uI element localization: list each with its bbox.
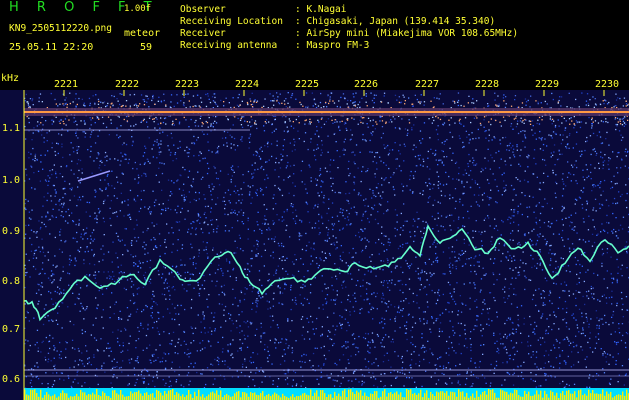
y-tick-label: 0.7 — [2, 324, 21, 335]
y-tick-label: 0.8 — [2, 276, 21, 287]
y-axis-unit: kHz — [1, 73, 20, 84]
y-tick-label: 1.1 — [2, 123, 21, 134]
x-tick-label: 2225 — [295, 79, 320, 90]
receiver-value: : AirSpy mini (Miakejima VOR 108.65MHz) — [295, 28, 519, 39]
x-tick-label: 2221 — [54, 79, 79, 90]
x-tick-label: 2224 — [235, 79, 260, 90]
y-tick-label: 1.0 — [2, 175, 21, 186]
spectrogram-background — [0, 90, 629, 400]
x-tick-label: 2230 — [595, 79, 620, 90]
file-name: KN9_2505112220.png — [9, 23, 112, 34]
x-tick-label: 2222 — [115, 79, 140, 90]
capture-datetime: 25.05.11 22:20 — [9, 42, 94, 53]
y-tick-label: 0.6 — [2, 374, 21, 385]
observer-label: Observer — [180, 4, 226, 15]
x-tick-label: 2227 — [415, 79, 440, 90]
x-tick-label: 2229 — [535, 79, 560, 90]
location-label: Receiving Location — [180, 16, 283, 27]
receiver-label: Receiver — [180, 28, 226, 39]
spectrogram-plot — [0, 90, 629, 400]
x-tick-label: 2228 — [475, 79, 500, 90]
observer-value: : K.Nagai — [295, 4, 347, 15]
antenna-label: Receiving antenna — [180, 40, 278, 51]
x-tick-label: 2226 — [354, 79, 379, 90]
x-tick-label: 2223 — [175, 79, 200, 90]
meteor-count: 59 — [140, 42, 153, 53]
app-version: 1.00f — [124, 4, 152, 14]
antenna-value: : Maspro FM-3 — [295, 40, 370, 51]
meteor-label: meteor — [124, 28, 161, 39]
y-tick-label: 0.9 — [2, 226, 21, 237]
location-value: : Chigasaki, Japan (139.414 35.340) — [295, 16, 496, 27]
